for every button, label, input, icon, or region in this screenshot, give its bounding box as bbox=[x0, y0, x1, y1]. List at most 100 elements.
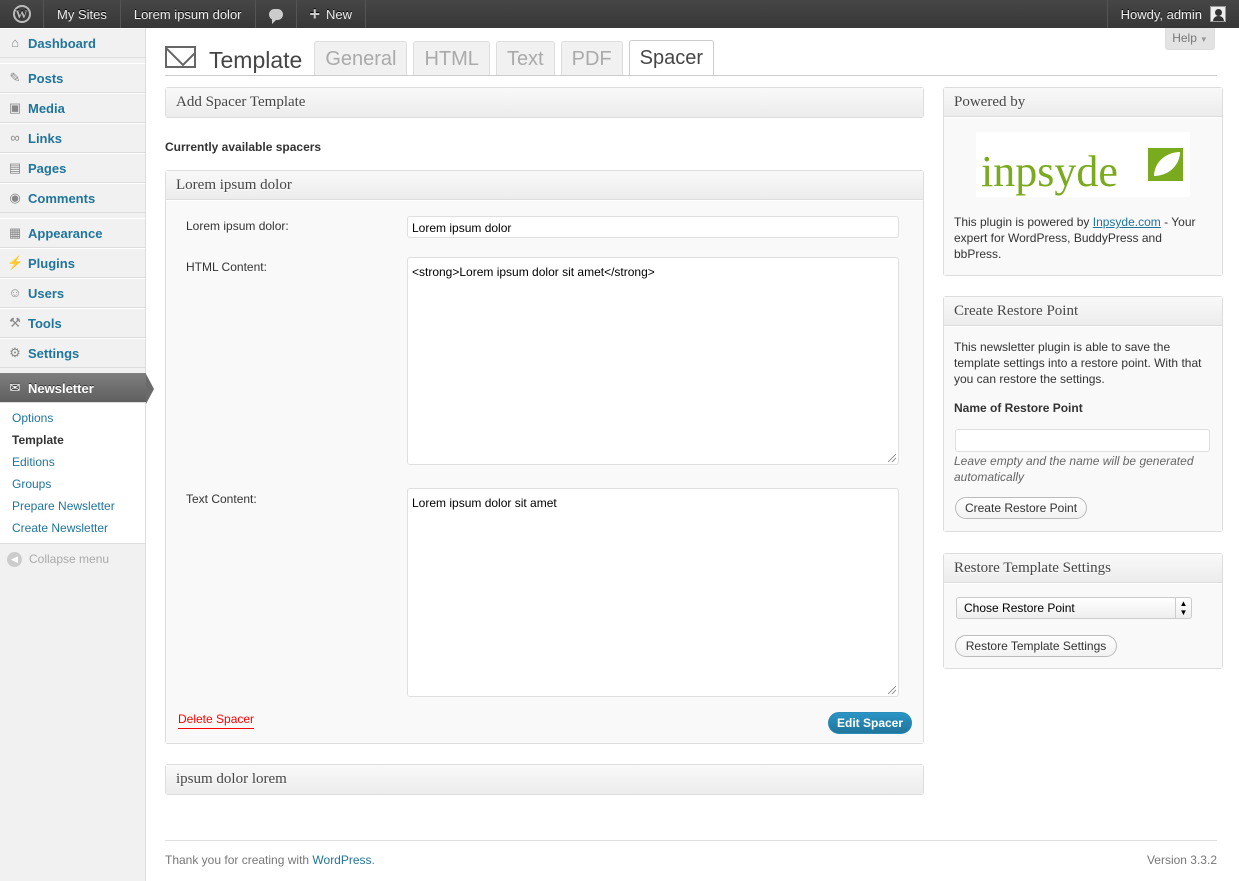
powered-by-text: This plugin is powered by Inpsyde.com - … bbox=[954, 214, 1212, 262]
restore-point-select[interactable]: Chose Restore Point ▲ ▼ bbox=[956, 597, 1192, 619]
tab-pdf[interactable]: PDF bbox=[560, 41, 623, 76]
create-restore-point-postbox: Create Restore Point This newsletter plu… bbox=[943, 296, 1223, 532]
sidebar-item-label: Comments bbox=[28, 190, 96, 206]
chevron-down-icon: ▼ bbox=[1199, 35, 1208, 44]
restore-template-settings-button[interactable]: Restore Template Settings bbox=[955, 635, 1117, 657]
site-name-link[interactable]: Lorem ipsum dolor bbox=[121, 0, 256, 28]
add-spacer-postbox: Add Spacer Template bbox=[165, 87, 924, 118]
add-spacer-title[interactable]: Add Spacer Template bbox=[166, 88, 923, 117]
settings-icon: ⚙ bbox=[9, 345, 21, 360]
spacer-postbox: Lorem ipsum dolor Lorem ipsum dolor: Lor… bbox=[165, 170, 924, 744]
pages-icon: ▤ bbox=[8, 160, 22, 175]
plus-icon: + bbox=[309, 3, 321, 24]
sidebar-item-tools[interactable]: ⚒ Tools bbox=[0, 308, 145, 338]
html-content-textarea[interactable]: <strong>Lorem ipsum dolor sit amet</stro… bbox=[407, 257, 899, 465]
wordpress-logo-button[interactable]: W bbox=[0, 0, 44, 28]
restore-point-name-input[interactable] bbox=[955, 429, 1210, 452]
submenu-create-newsletter[interactable]: Create Newsletter bbox=[0, 517, 145, 539]
submenu-options[interactable]: Options bbox=[0, 407, 145, 429]
sidebar-item-settings[interactable]: ⚙ Settings bbox=[0, 338, 145, 368]
text-content-label: Text Content: bbox=[186, 492, 257, 506]
my-account-menu[interactable]: Howdy, admin bbox=[1106, 0, 1239, 28]
collapse-menu-label: Collapse menu bbox=[29, 552, 110, 566]
sidebar-item-label: Media bbox=[28, 100, 65, 116]
footer-credits: Thank you for creating with WordPress. bbox=[165, 853, 375, 867]
wordpress-link[interactable]: WordPress bbox=[312, 853, 371, 867]
page-header: Template General HTML Text PDF Spacer bbox=[165, 40, 714, 76]
sidebar-item-label: Posts bbox=[28, 70, 64, 86]
collapse-arrow-icon: ◀ bbox=[7, 551, 22, 567]
submenu-prepare-newsletter[interactable]: Prepare Newsletter bbox=[0, 495, 145, 517]
tab-html[interactable]: HTML bbox=[413, 41, 490, 76]
inpsyde-logo-text: inpsyde bbox=[981, 147, 1118, 196]
envelope-icon: ✉ bbox=[9, 380, 21, 395]
edit-spacer-button[interactable]: Edit Spacer bbox=[828, 712, 912, 734]
sidebar-item-newsletter[interactable]: ✉ Newsletter bbox=[0, 373, 154, 404]
plugin-icon: ⚡ bbox=[7, 255, 24, 270]
new-content-button[interactable]: + New bbox=[297, 0, 367, 28]
restore-point-hint: Leave empty and the name will be generat… bbox=[954, 454, 1194, 484]
restore-point-select-value: Chose Restore Point bbox=[964, 601, 1075, 615]
powered-by-title[interactable]: Powered by bbox=[944, 88, 1222, 117]
tab-spacer[interactable]: Spacer bbox=[628, 40, 714, 76]
footer-thanks-suffix: . bbox=[371, 853, 375, 867]
restore-settings-title[interactable]: Restore Template Settings bbox=[944, 554, 1222, 583]
media-icon: ▣ bbox=[8, 100, 22, 115]
resize-grip-icon[interactable] bbox=[888, 454, 896, 462]
resize-grip-icon[interactable] bbox=[888, 686, 896, 694]
sidebar-item-pages[interactable]: ▤ Pages bbox=[0, 153, 145, 183]
tab-divider bbox=[165, 75, 1217, 76]
submenu-groups[interactable]: Groups bbox=[0, 473, 145, 495]
users-icon: ☺ bbox=[8, 285, 22, 300]
sidebar-item-comments[interactable]: ◉ Comments bbox=[0, 183, 145, 213]
spacer-postbox-2: ipsum dolor lorem bbox=[165, 764, 924, 795]
create-restore-point-inside: This newsletter plugin is able to save t… bbox=[944, 327, 1222, 531]
sidebar-item-label: Tools bbox=[28, 315, 62, 331]
leaf-icon bbox=[1148, 148, 1183, 181]
envelope-icon bbox=[165, 46, 196, 68]
dashboard-icon: ⌂ bbox=[11, 35, 19, 50]
collapse-menu-button[interactable]: ◀ Collapse menu bbox=[0, 544, 145, 574]
comments-button[interactable] bbox=[256, 0, 297, 28]
my-sites-link[interactable]: My Sites bbox=[44, 0, 121, 28]
wordpress-logo-icon: W bbox=[12, 5, 31, 23]
inpsyde-link[interactable]: Inpsyde.com bbox=[1093, 215, 1161, 229]
sidebar-item-dashboard[interactable]: ⌂ Dashboard bbox=[0, 28, 145, 58]
footer-divider bbox=[165, 840, 1217, 841]
restore-point-description: This newsletter plugin is able to save t… bbox=[954, 340, 1202, 386]
sidebar-item-label: Newsletter bbox=[28, 380, 94, 396]
sidebar-item-posts[interactable]: ✎ Posts bbox=[0, 63, 145, 93]
restore-settings-postbox: Restore Template Settings Chose Restore … bbox=[943, 553, 1223, 669]
submenu-editions[interactable]: Editions bbox=[0, 451, 145, 473]
sidebar-item-media[interactable]: ▣ Media bbox=[0, 93, 145, 123]
inpsyde-logo[interactable]: inpsyde bbox=[976, 132, 1190, 197]
powered-text-before: This plugin is powered by bbox=[954, 215, 1093, 229]
sidebar-item-links[interactable]: ∞ Links bbox=[0, 123, 145, 153]
help-button[interactable]: Help ▼ bbox=[1165, 28, 1215, 50]
text-content-textarea[interactable]: Lorem ipsum dolor sit amet bbox=[407, 488, 899, 697]
create-restore-point-button[interactable]: Create Restore Point bbox=[955, 497, 1087, 519]
footer-thanks-text: Thank you for creating with bbox=[165, 853, 313, 867]
sidebar-item-label: Plugins bbox=[28, 255, 75, 271]
delete-spacer-link[interactable]: Delete Spacer bbox=[178, 711, 255, 729]
new-label: New bbox=[326, 6, 353, 22]
help-label: Help bbox=[1172, 31, 1197, 45]
currently-available-heading: Currently available spacers bbox=[165, 140, 322, 154]
sidebar-item-appearance[interactable]: ▦ Appearance bbox=[0, 218, 145, 248]
sidebar-item-plugins[interactable]: ⚡ Plugins bbox=[0, 248, 145, 278]
restore-point-name-label: Name of Restore Point bbox=[954, 401, 1083, 415]
submenu-template[interactable]: Template bbox=[0, 429, 145, 451]
link-icon: ∞ bbox=[10, 130, 20, 145]
sidebar-item-users[interactable]: ☺ Users bbox=[0, 278, 145, 308]
tab-general[interactable]: General bbox=[314, 41, 408, 76]
create-restore-point-title[interactable]: Create Restore Point bbox=[944, 297, 1222, 326]
tab-text[interactable]: Text bbox=[495, 41, 555, 76]
html-content-value: <strong>Lorem ipsum dolor sit amet</stro… bbox=[412, 265, 655, 279]
tools-icon: ⚒ bbox=[9, 315, 21, 330]
sidebar-item-label: Appearance bbox=[28, 225, 103, 241]
spacer-box-2-title[interactable]: ipsum dolor lorem bbox=[166, 765, 923, 794]
sidebar-item-label: Links bbox=[28, 130, 62, 146]
spacer-box-title[interactable]: Lorem ipsum dolor bbox=[166, 171, 923, 200]
spacer-name-input[interactable]: Lorem ipsum dolor bbox=[407, 216, 899, 238]
comment-bubble-icon bbox=[268, 8, 283, 24]
